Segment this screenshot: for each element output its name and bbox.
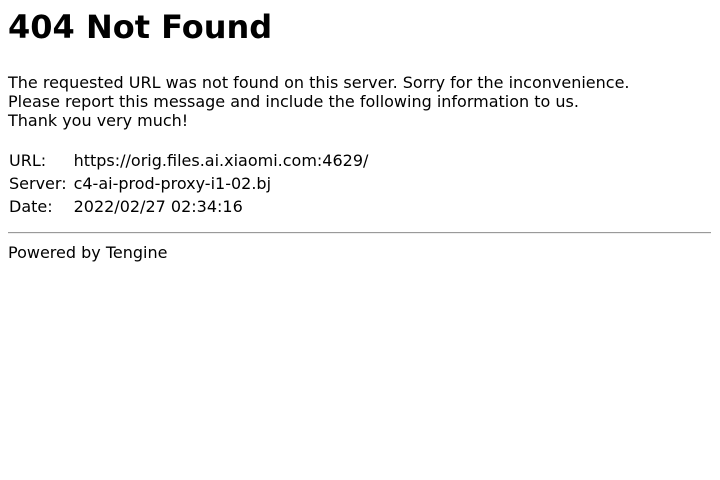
footer-text: Powered by Tengine — [8, 243, 168, 262]
info-value: 2022/02/27 02:34:16 — [73, 197, 243, 216]
info-table: URL: https://orig.files.ai.xiaomi.com:46… — [6, 147, 371, 220]
info-label: URL: — [9, 151, 47, 170]
error-page: 404 Not Found The requested URL was not … — [0, 0, 720, 480]
message-line: Thank you very much! — [8, 111, 189, 130]
error-message: The requested URL was not found on this … — [8, 73, 712, 130]
info-value: c4-ai-prod-proxy-i1-02.bj — [73, 174, 272, 193]
page-title: 404 Not Found — [8, 8, 273, 46]
divider — [8, 232, 711, 234]
info-row-server: Server: c4-ai-prod-proxy-i1-02.bj — [9, 174, 368, 193]
message-line: Please report this message and include t… — [8, 92, 579, 111]
info-row-date: Date: 2022/02/27 02:34:16 — [9, 197, 368, 216]
info-row-url: URL: https://orig.files.ai.xiaomi.com:46… — [9, 151, 368, 170]
message-line: The requested URL was not found on this … — [8, 73, 630, 92]
info-value: https://orig.files.ai.xiaomi.com:4629/ — [73, 151, 369, 170]
info-label: Date: — [9, 197, 53, 216]
info-label: Server: — [9, 174, 67, 193]
